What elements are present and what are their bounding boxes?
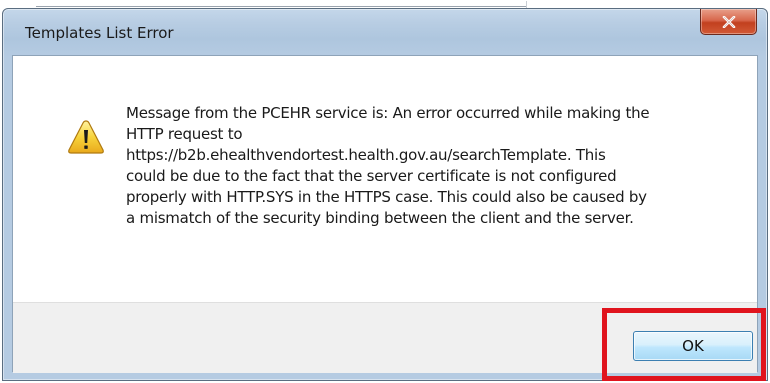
background-divider <box>36 6 526 7</box>
message-area: Message from the PCEHR service is: An er… <box>13 56 757 302</box>
close-icon <box>722 15 736 28</box>
warning-icon <box>67 119 105 155</box>
screen: Templates List Error Message from the PC… <box>0 0 770 383</box>
error-message: Message from the PCEHR service is: An er… <box>126 104 650 227</box>
highlight-box <box>602 308 766 381</box>
dialog-title: Templates List Error <box>25 24 174 42</box>
dialog-title-bar[interactable]: Templates List Error <box>3 9 767 55</box>
close-button[interactable] <box>700 9 757 35</box>
